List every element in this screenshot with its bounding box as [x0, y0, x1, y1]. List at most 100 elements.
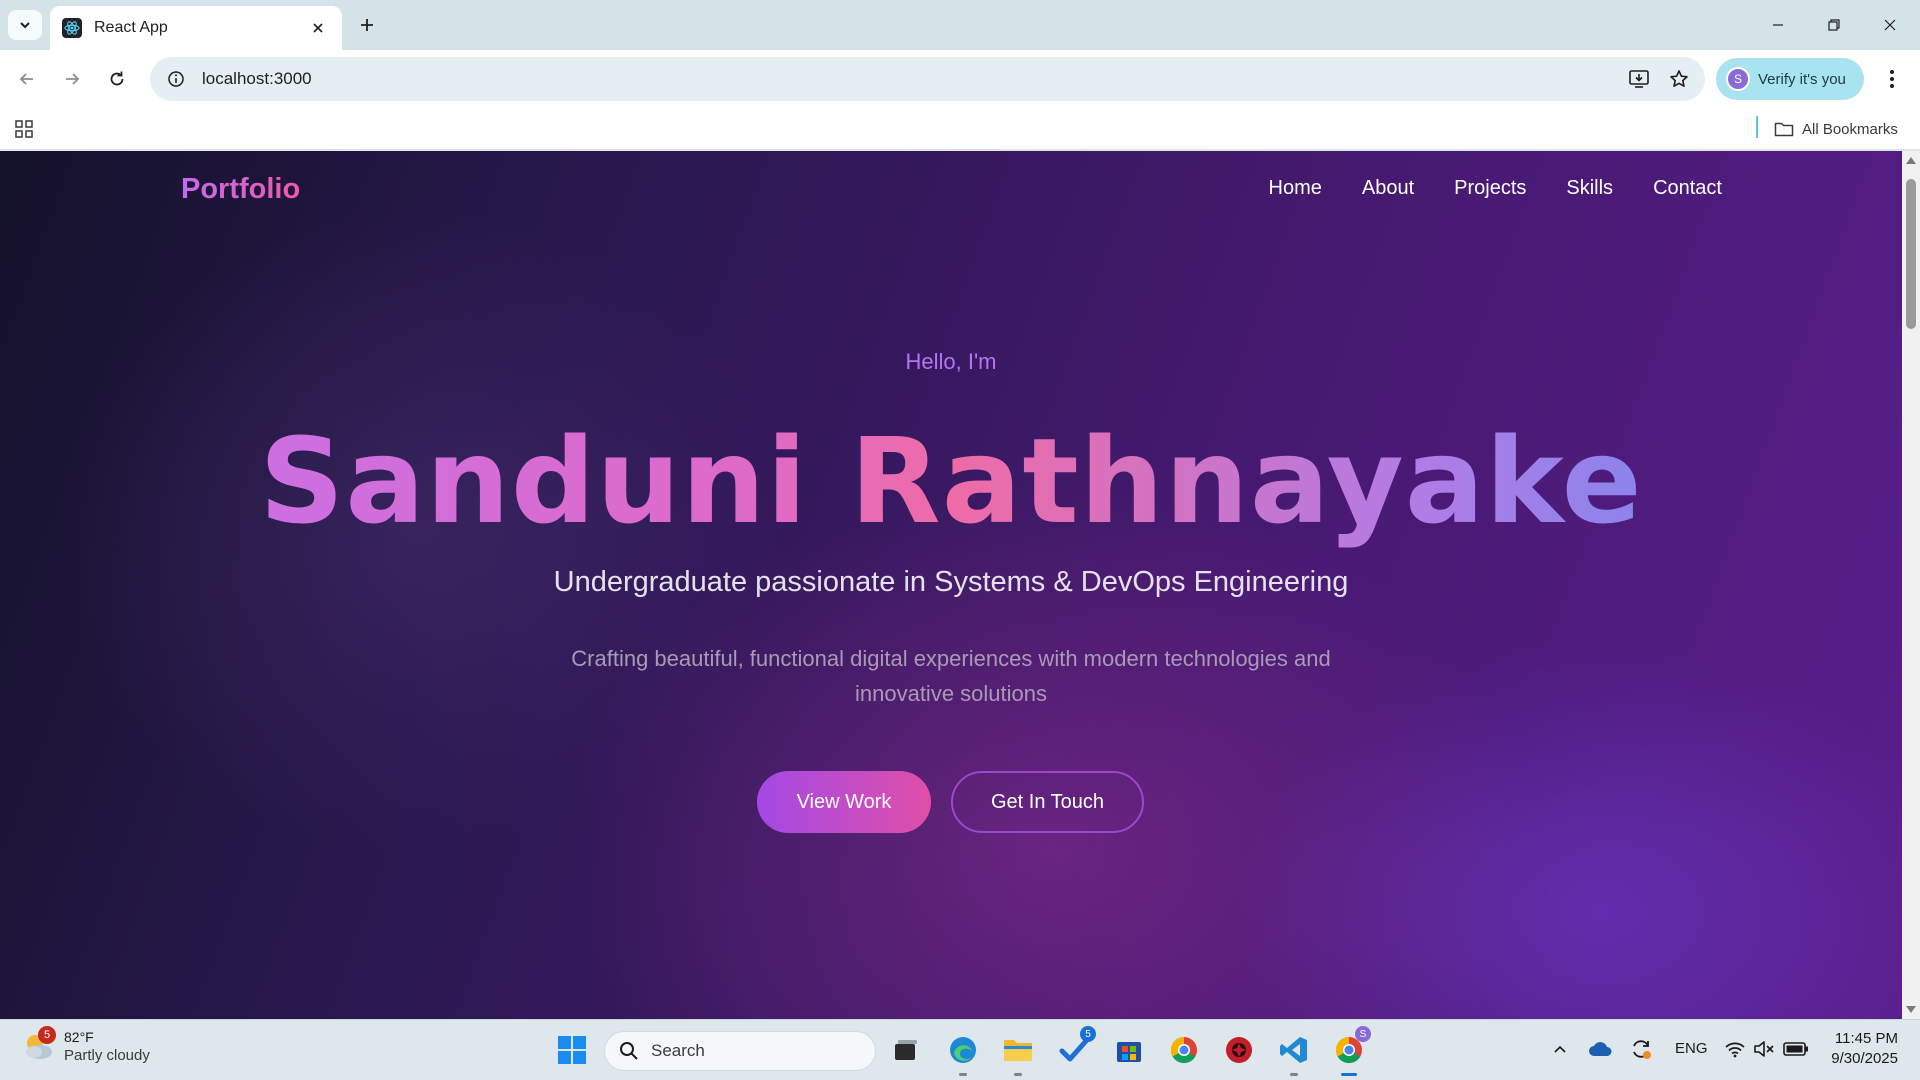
bookmarks-bar: All Bookmarks — [0, 108, 1920, 150]
running-indicator — [1014, 1073, 1022, 1076]
clock-time: 11:45 PM — [1834, 1030, 1898, 1047]
weather-widget[interactable]: 5 82°F Partly cloudy — [20, 1026, 150, 1064]
taskbar-edge[interactable] — [943, 1030, 983, 1076]
taskbar-search[interactable]: Search — [604, 1031, 876, 1071]
todo-badge: 5 — [1080, 1026, 1096, 1042]
volume-tray[interactable] — [1751, 1038, 1777, 1060]
battery-tray[interactable] — [1782, 1038, 1810, 1060]
get-in-touch-button[interactable]: Get In Touch — [951, 771, 1144, 833]
bookmarks-divider — [1756, 116, 1758, 138]
taskbar: 5 82°F Partly cloudy Search 5 S ENG 11:4… — [0, 1019, 1920, 1080]
back-button[interactable] — [11, 63, 43, 95]
search-icon — [620, 1042, 638, 1060]
url-text[interactable]: localhost:3000 — [202, 69, 1619, 89]
plus-icon — [361, 19, 373, 31]
scroll-thumb[interactable] — [1906, 179, 1916, 329]
partly-cloudy-icon: 5 — [20, 1026, 56, 1064]
hero-subtitle: Undergraduate passionate in Systems & De… — [553, 566, 1349, 598]
page-viewport: Portfolio Home About Projects Skills Con… — [0, 151, 1902, 1019]
star-icon — [1670, 70, 1688, 87]
reload-button[interactable] — [101, 63, 133, 95]
hero-greeting: Hello, I'm — [905, 349, 997, 374]
start-button[interactable] — [552, 1030, 592, 1070]
forward-arrow-icon — [66, 73, 80, 85]
cloud-icon — [1589, 1042, 1612, 1056]
active-tab[interactable]: React App — [50, 6, 342, 50]
view-work-button[interactable]: View Work — [757, 771, 931, 833]
chrome-icon — [1170, 1036, 1197, 1064]
running-indicator — [1290, 1073, 1298, 1076]
reload-icon — [110, 71, 124, 86]
restore-icon — [1828, 19, 1840, 31]
volume-muted-icon — [1754, 1041, 1774, 1057]
install-app-button[interactable] — [1619, 59, 1659, 99]
weather-condition: Partly cloudy — [64, 1046, 150, 1064]
active-indicator — [1341, 1073, 1357, 1076]
hero-description: Crafting beautiful, functional digital e… — [571, 646, 1331, 706]
weather-temperature: 82°F — [64, 1028, 94, 1045]
restore-button[interactable] — [1806, 0, 1862, 50]
folder-icon — [1004, 1040, 1032, 1061]
close-window-button[interactable] — [1862, 0, 1918, 50]
wifi-tray[interactable] — [1722, 1038, 1748, 1060]
back-arrow-icon — [19, 73, 33, 85]
close-icon — [1884, 19, 1896, 31]
taskbar-chrome-profile[interactable]: S — [1329, 1026, 1371, 1076]
scroll-up-arrow[interactable] — [1906, 157, 1916, 164]
store-icon — [1117, 1042, 1141, 1062]
app-red-icon — [1226, 1037, 1252, 1063]
browser-toolbar: localhost:3000 S Verify it's you — [0, 50, 1920, 108]
tab-close-button[interactable] — [306, 16, 330, 40]
taskbar-todo[interactable]: 5 — [1054, 1026, 1096, 1070]
taskbar-store[interactable] — [1109, 1030, 1149, 1070]
chrome-profile-badge: S — [1355, 1026, 1371, 1042]
tab-search-button[interactable] — [8, 10, 42, 40]
language-indicator[interactable]: ENG — [1675, 1040, 1708, 1057]
profile-verify-chip[interactable]: S Verify it's you — [1716, 58, 1864, 100]
minimize-button[interactable] — [1750, 0, 1806, 50]
battery-charging-icon — [1783, 1042, 1808, 1056]
system-clock[interactable]: 11:45 PM 9/30/2025 — [1820, 1030, 1898, 1067]
taskbar-vscode[interactable] — [1274, 1030, 1314, 1076]
weather-alert-badge: 5 — [38, 1026, 56, 1044]
profile-chip-label: Verify it's you — [1758, 70, 1846, 88]
forward-button[interactable] — [56, 63, 88, 95]
show-hidden-icons[interactable] — [1550, 1038, 1570, 1060]
sync-icon — [1633, 1040, 1651, 1059]
sync-tray[interactable] — [1628, 1038, 1654, 1060]
bookmark-star-button[interactable] — [1659, 59, 1699, 99]
hero-name: Sanduni Rathnayake — [0, 411, 1902, 551]
tab-strip: React App — [0, 0, 1920, 50]
address-bar[interactable]: localhost:3000 — [150, 57, 1705, 101]
taskbar-search-placeholder: Search — [651, 1041, 705, 1060]
apps-grid-icon — [15, 120, 33, 138]
page-scrollbar[interactable] — [1902, 151, 1920, 1019]
react-icon — [62, 18, 82, 38]
tab-title: React App — [94, 19, 168, 36]
install-app-icon — [1629, 70, 1649, 88]
chevron-down-icon — [20, 22, 30, 29]
close-icon — [313, 23, 323, 33]
browser-menu-button[interactable] — [1876, 63, 1908, 95]
all-bookmarks-button[interactable]: All Bookmarks — [1774, 116, 1898, 142]
site-info-button[interactable] — [154, 57, 198, 101]
avatar: S — [1726, 67, 1750, 91]
all-bookmarks-label: All Bookmarks — [1802, 120, 1898, 138]
running-indicator — [959, 1073, 967, 1076]
new-tab-button[interactable] — [352, 10, 382, 40]
taskbar-file-explorer[interactable] — [998, 1030, 1038, 1076]
folder-icon — [1774, 122, 1794, 137]
hero-section: Hello, I'm Sanduni Rathnayake Undergradu… — [0, 151, 1902, 1019]
task-view-button[interactable] — [886, 1030, 926, 1070]
wifi-icon — [1725, 1042, 1745, 1058]
onedrive-tray[interactable] — [1587, 1038, 1613, 1060]
edge-icon — [950, 1037, 976, 1063]
minimize-icon — [1773, 24, 1783, 26]
chevron-up-icon — [1554, 1045, 1566, 1053]
clock-date: 9/30/2025 — [1831, 1050, 1898, 1067]
taskbar-chrome[interactable] — [1164, 1030, 1204, 1070]
scroll-down-arrow[interactable] — [1906, 1006, 1916, 1013]
vscode-icon — [1280, 1037, 1307, 1063]
apps-button[interactable] — [12, 117, 36, 141]
taskbar-app-red[interactable] — [1219, 1030, 1259, 1070]
